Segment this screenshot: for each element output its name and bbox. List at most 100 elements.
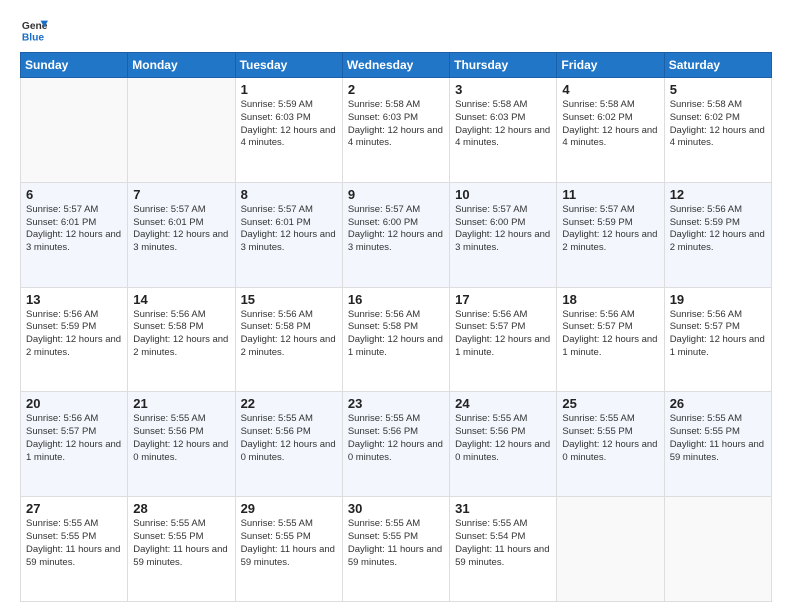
calendar-cell: 28Sunrise: 5:55 AM Sunset: 5:55 PM Dayli… [128, 497, 235, 602]
day-info: Sunrise: 5:57 AM Sunset: 6:01 PM Dayligh… [26, 204, 122, 255]
day-number: 6 [26, 187, 122, 202]
logo: General Blue [20, 16, 48, 44]
day-info: Sunrise: 5:58 AM Sunset: 6:02 PM Dayligh… [670, 99, 766, 150]
day-info: Sunrise: 5:57 AM Sunset: 6:00 PM Dayligh… [455, 204, 551, 255]
day-info: Sunrise: 5:57 AM Sunset: 5:59 PM Dayligh… [562, 204, 658, 255]
calendar-cell: 10 Sunrise: 5:57 AM Sunset: 6:00 PM Dayli… [450, 182, 557, 287]
calendar-cell: 11 Sunrise: 5:57 AM Sunset: 5:59 PM Dayli… [557, 182, 664, 287]
day-info: Sunrise: 5:59 AM Sunset: 6:03 PM Dayligh… [241, 99, 337, 150]
day-number: 8 [241, 187, 337, 202]
day-info: Sunrise: 5:56 AM Sunset: 5:58 PM Dayligh… [133, 309, 229, 360]
day-info: Sunrise: 5:55 AM Sunset: 5:55 PM Dayligh… [562, 413, 658, 464]
day-number: 11 [562, 187, 658, 202]
day-number: 21 [133, 396, 229, 411]
calendar-cell [21, 78, 128, 183]
calendar-cell: 9Sunrise: 5:57 AM Sunset: 6:00 PM Daylig… [342, 182, 449, 287]
calendar-week-5: 27 Sunrise: 5:55 AM Sunset: 5:55 PM Dayli… [21, 497, 772, 602]
calendar-week-1: 1 Sunrise: 5:59 AM Sunset: 6:03 PM Daylig… [21, 78, 772, 183]
calendar-cell: 20 Sunrise: 5:56 AM Sunset: 5:57 PM Dayli… [21, 392, 128, 497]
calendar-cell: 5 Sunrise: 5:58 AM Sunset: 6:02 PM Daylig… [664, 78, 771, 183]
day-number: 1 [241, 82, 337, 97]
logo-icon: General Blue [20, 16, 48, 44]
day-number: 20 [26, 396, 122, 411]
day-info: Sunrise: 5:55 AM Sunset: 5:55 PM Dayligh… [670, 413, 766, 464]
calendar-cell: 4 Sunrise: 5:58 AM Sunset: 6:02 PM Daylig… [557, 78, 664, 183]
day-number: 18 [562, 292, 658, 307]
calendar-header-saturday: Saturday [664, 53, 771, 78]
calendar-header-monday: Monday [128, 53, 235, 78]
day-number: 23 [348, 396, 444, 411]
day-info: Sunrise: 5:55 AM Sunset: 5:54 PM Dayligh… [455, 518, 551, 569]
calendar-week-2: 6 Sunrise: 5:57 AM Sunset: 6:01 PM Daylig… [21, 182, 772, 287]
calendar-week-3: 13 Sunrise: 5:56 AM Sunset: 5:59 PM Dayli… [21, 287, 772, 392]
day-number: 19 [670, 292, 766, 307]
calendar-cell: 6 Sunrise: 5:57 AM Sunset: 6:01 PM Daylig… [21, 182, 128, 287]
calendar-cell: 2 Sunrise: 5:58 AM Sunset: 6:03 PM Daylig… [342, 78, 449, 183]
calendar-header-wednesday: Wednesday [342, 53, 449, 78]
calendar-cell: 21 Sunrise: 5:55 AM Sunset: 5:56 PM Dayli… [128, 392, 235, 497]
day-number: 24 [455, 396, 551, 411]
calendar-cell: 27 Sunrise: 5:55 AM Sunset: 5:55 PM Dayli… [21, 497, 128, 602]
day-number: 5 [670, 82, 766, 97]
calendar-cell: 8 Sunrise: 5:57 AM Sunset: 6:01 PM Daylig… [235, 182, 342, 287]
page-header: General Blue [20, 16, 772, 44]
calendar-cell: 16Sunrise: 5:56 AM Sunset: 5:58 PM Dayli… [342, 287, 449, 392]
day-number: 16 [348, 292, 444, 307]
day-number: 13 [26, 292, 122, 307]
day-number: 29 [241, 501, 337, 516]
calendar-cell [664, 497, 771, 602]
day-number: 12 [670, 187, 766, 202]
calendar-header-thursday: Thursday [450, 53, 557, 78]
day-number: 9 [348, 187, 444, 202]
calendar-cell: 26Sunrise: 5:55 AM Sunset: 5:55 PM Dayli… [664, 392, 771, 497]
calendar-cell: 23 Sunrise: 5:55 AM Sunset: 5:56 PM Dayli… [342, 392, 449, 497]
day-info: Sunrise: 5:58 AM Sunset: 6:03 PM Dayligh… [348, 99, 444, 150]
day-info: Sunrise: 5:55 AM Sunset: 5:56 PM Dayligh… [455, 413, 551, 464]
day-number: 25 [562, 396, 658, 411]
day-info: Sunrise: 5:56 AM Sunset: 5:58 PM Dayligh… [241, 309, 337, 360]
calendar-cell: 18 Sunrise: 5:56 AM Sunset: 5:57 PM Dayli… [557, 287, 664, 392]
day-number: 2 [348, 82, 444, 97]
day-info: Sunrise: 5:55 AM Sunset: 5:55 PM Dayligh… [26, 518, 122, 569]
calendar-cell [128, 78, 235, 183]
calendar-cell: 1 Sunrise: 5:59 AM Sunset: 6:03 PM Daylig… [235, 78, 342, 183]
day-info: Sunrise: 5:56 AM Sunset: 5:57 PM Dayligh… [26, 413, 122, 464]
day-number: 31 [455, 501, 551, 516]
day-info: Sunrise: 5:56 AM Sunset: 5:59 PM Dayligh… [26, 309, 122, 360]
day-info: Sunrise: 5:58 AM Sunset: 6:02 PM Dayligh… [562, 99, 658, 150]
day-info: Sunrise: 5:55 AM Sunset: 5:56 PM Dayligh… [133, 413, 229, 464]
day-number: 3 [455, 82, 551, 97]
day-info: Sunrise: 5:56 AM Sunset: 5:57 PM Dayligh… [455, 309, 551, 360]
calendar-cell: 30Sunrise: 5:55 AM Sunset: 5:55 PM Dayli… [342, 497, 449, 602]
calendar-cell [557, 497, 664, 602]
svg-text:Blue: Blue [22, 32, 45, 43]
calendar-cell: 25 Sunrise: 5:55 AM Sunset: 5:55 PM Dayli… [557, 392, 664, 497]
day-info: Sunrise: 5:56 AM Sunset: 5:57 PM Dayligh… [562, 309, 658, 360]
calendar-header-friday: Friday [557, 53, 664, 78]
day-number: 4 [562, 82, 658, 97]
day-info: Sunrise: 5:55 AM Sunset: 5:55 PM Dayligh… [241, 518, 337, 569]
day-info: Sunrise: 5:55 AM Sunset: 5:56 PM Dayligh… [348, 413, 444, 464]
calendar-week-4: 20 Sunrise: 5:56 AM Sunset: 5:57 PM Dayli… [21, 392, 772, 497]
calendar-header-row: SundayMondayTuesdayWednesdayThursdayFrid… [21, 53, 772, 78]
calendar-cell: 3 Sunrise: 5:58 AM Sunset: 6:03 PM Daylig… [450, 78, 557, 183]
day-number: 14 [133, 292, 229, 307]
day-number: 30 [348, 501, 444, 516]
calendar-cell: 24 Sunrise: 5:55 AM Sunset: 5:56 PM Dayli… [450, 392, 557, 497]
day-number: 7 [133, 187, 229, 202]
calendar-header-sunday: Sunday [21, 53, 128, 78]
day-info: Sunrise: 5:57 AM Sunset: 6:01 PM Dayligh… [133, 204, 229, 255]
calendar-cell: 29 Sunrise: 5:55 AM Sunset: 5:55 PM Dayli… [235, 497, 342, 602]
day-number: 27 [26, 501, 122, 516]
day-number: 15 [241, 292, 337, 307]
calendar-cell: 17 Sunrise: 5:56 AM Sunset: 5:57 PM Dayli… [450, 287, 557, 392]
day-number: 10 [455, 187, 551, 202]
day-info: Sunrise: 5:55 AM Sunset: 5:55 PM Dayligh… [133, 518, 229, 569]
calendar-cell: 31 Sunrise: 5:55 AM Sunset: 5:54 PM Dayli… [450, 497, 557, 602]
day-number: 17 [455, 292, 551, 307]
calendar-cell: 14 Sunrise: 5:56 AM Sunset: 5:58 PM Dayli… [128, 287, 235, 392]
day-info: Sunrise: 5:58 AM Sunset: 6:03 PM Dayligh… [455, 99, 551, 150]
day-info: Sunrise: 5:57 AM Sunset: 6:01 PM Dayligh… [241, 204, 337, 255]
day-info: Sunrise: 5:55 AM Sunset: 5:56 PM Dayligh… [241, 413, 337, 464]
calendar-header-tuesday: Tuesday [235, 53, 342, 78]
